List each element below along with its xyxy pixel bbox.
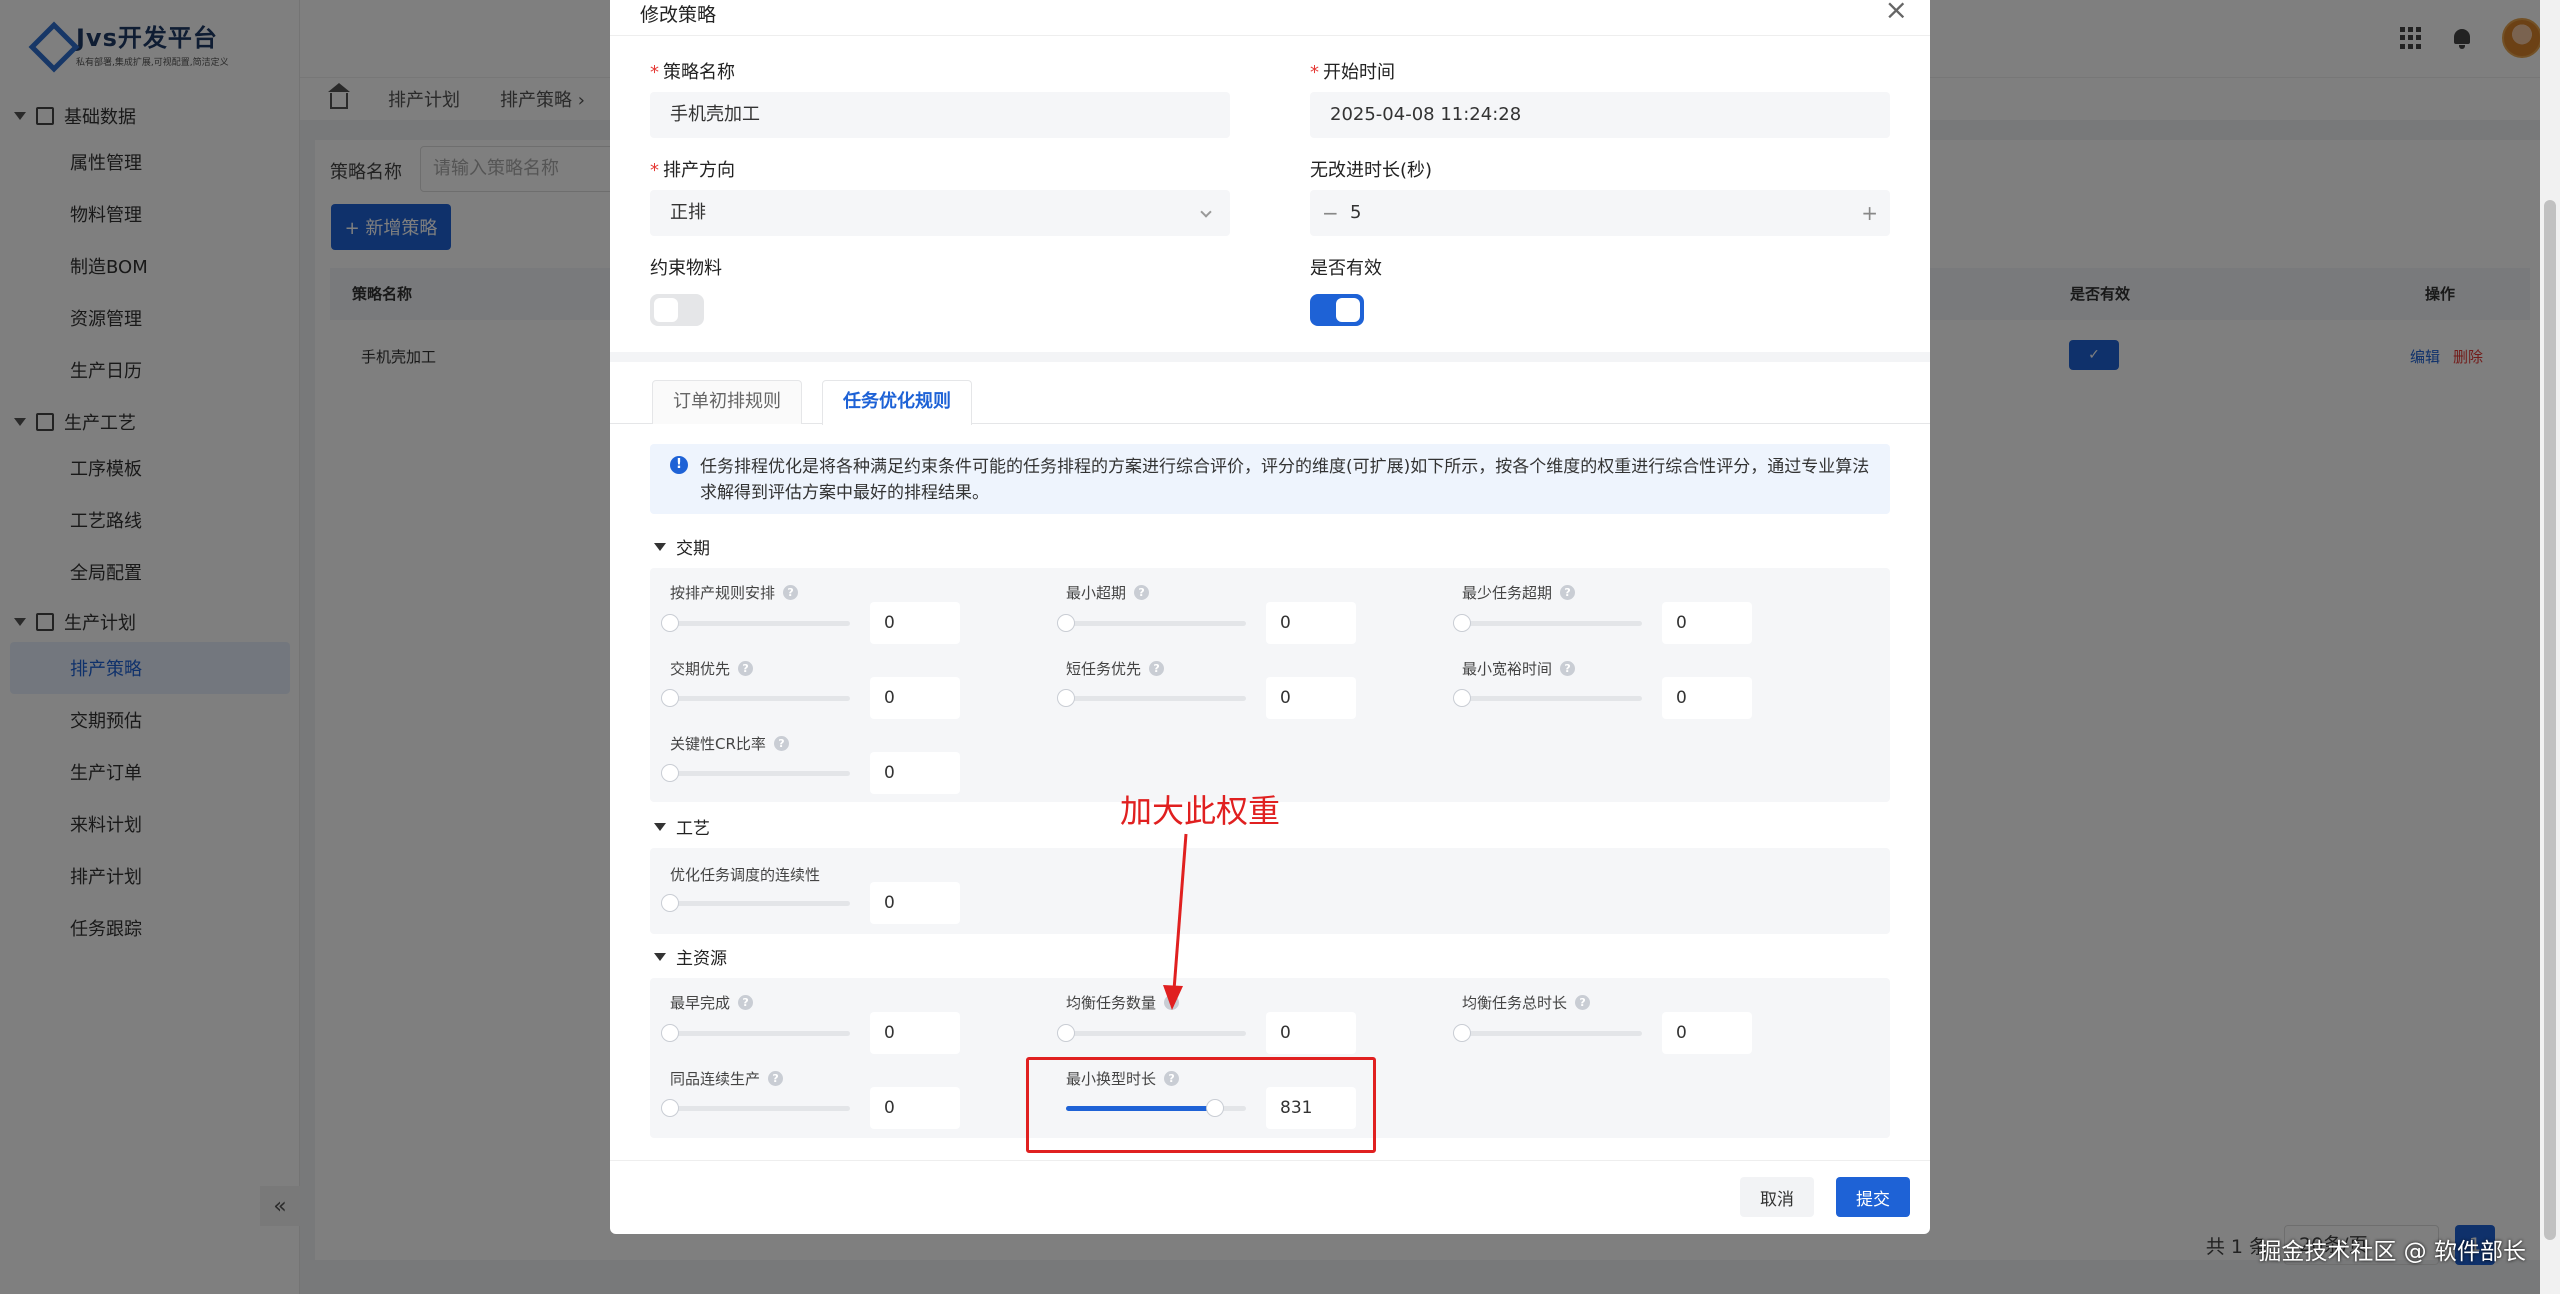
weight-input[interactable]: 0 (1662, 1012, 1752, 1054)
weight-slider[interactable] (661, 614, 850, 632)
weight-slider[interactable] (661, 1099, 850, 1117)
tab-order-rules[interactable]: 订单初排规则 (652, 380, 802, 424)
section-resource-title[interactable]: 主资源 (654, 944, 727, 969)
help-icon: ? (1575, 995, 1591, 1010)
strategy-name-label: * 策略名称 (650, 62, 735, 83)
help-icon: ? (783, 585, 799, 600)
weight-input[interactable]: 0 (1662, 677, 1752, 719)
dialog-title: 修改策略 (640, 4, 717, 26)
direction-select[interactable]: 正排 (650, 190, 1230, 236)
section-process: 优化任务调度的连续性 0 (650, 848, 1890, 934)
info-alert: ! 任务排程优化是将各种满足约束条件可能的任务排程的方案进行综合评价，评分的维度… (650, 444, 1890, 514)
weight-input[interactable]: 0 (870, 752, 960, 794)
weight-input[interactable]: 0 (870, 1087, 960, 1129)
submit-button[interactable]: 提交 (1836, 1177, 1910, 1217)
weight-slider[interactable] (1057, 1024, 1246, 1042)
weight-label: 均衡任务总时长? (1462, 992, 1591, 1013)
rule-tabs: 订单初排规则 任务优化规则 (610, 380, 1930, 425)
weight-label: 交期优先? (670, 658, 754, 679)
divider (610, 352, 1930, 362)
weight-input[interactable]: 0 (1266, 677, 1356, 719)
weight-input[interactable]: 0 (870, 1012, 960, 1054)
weight-label: 短任务优先? (1066, 658, 1165, 679)
edit-strategy-dialog: 修改策略 × * 策略名称 手机壳加工 * 开始时间 2025-04-08 11:2… (610, 0, 1930, 1234)
weight-input[interactable]: 0 (870, 882, 960, 924)
tab-task-optimization[interactable]: 任务优化规则 (822, 380, 972, 425)
help-icon: ? (1560, 661, 1576, 676)
caret-down-icon (654, 822, 666, 831)
chevron-down-icon (1200, 206, 1212, 218)
is-valid-label: 是否有效 (1310, 258, 1382, 279)
weight-label: 最少任务超期? (1462, 582, 1576, 603)
weight-slider[interactable] (1057, 689, 1246, 707)
minus-icon[interactable]: − (1322, 190, 1339, 236)
section-process-title[interactable]: 工艺 (654, 814, 710, 839)
close-icon[interactable]: × (1885, 0, 1908, 24)
weight-input[interactable]: 0 (1266, 602, 1356, 644)
cancel-button[interactable]: 取消 (1740, 1177, 1814, 1217)
caret-down-icon (654, 542, 666, 551)
help-icon: ? (738, 661, 754, 676)
help-icon: ? (1134, 585, 1150, 600)
weight-slider[interactable] (1453, 614, 1642, 632)
help-icon: ? (1560, 585, 1576, 600)
weight-slider[interactable] (1057, 614, 1246, 632)
plus-icon[interactable]: + (1861, 190, 1878, 236)
weight-slider[interactable] (661, 1024, 850, 1042)
is-valid-toggle[interactable] (1310, 294, 1364, 326)
weight-label: 同品连续生产? (670, 1068, 784, 1089)
weight-slider[interactable] (1453, 689, 1642, 707)
weight-label: 优化任务调度的连续性 (670, 866, 821, 884)
section-delivery: 按排产规则安排? 0 最小超期? 0 最少任务超期? 0 交期优先? 0 短任务… (650, 568, 1890, 802)
weight-slider[interactable] (1453, 1024, 1642, 1042)
strategy-name-input[interactable]: 手机壳加工 (650, 92, 1230, 138)
weight-input[interactable]: 0 (870, 677, 960, 719)
weight-label: 最小超期? (1066, 582, 1150, 603)
dialog-footer: 取消 提交 (610, 1160, 1930, 1234)
help-icon: ? (768, 1071, 784, 1086)
help-icon: ? (738, 995, 754, 1010)
constraint-material-toggle[interactable] (650, 294, 704, 326)
watermark: 掘金技术社区 @ 软件部长 (2258, 1239, 2526, 1265)
weight-label: 最早完成? (670, 992, 754, 1013)
weight-label: 按排产规则安排? (670, 582, 799, 603)
caret-down-icon (654, 952, 666, 961)
help-icon: ? (1149, 661, 1165, 676)
start-time-label: * 开始时间 (1310, 62, 1395, 83)
start-time-input[interactable]: 2025-04-08 11:24:28 (1310, 92, 1890, 138)
constraint-material-label: 约束物料 (650, 258, 722, 279)
help-icon: ? (1164, 995, 1180, 1010)
weight-input[interactable]: 0 (870, 602, 960, 644)
weight-slider[interactable] (661, 894, 850, 912)
weight-input[interactable]: 0 (1266, 1012, 1356, 1054)
weight-label: 关键性CR比率? (670, 733, 789, 754)
direction-label: * 排产方向 (650, 160, 735, 181)
weight-label: 均衡任务数量? (1066, 992, 1180, 1013)
weight-slider[interactable] (661, 689, 850, 707)
weight-slider[interactable] (661, 764, 850, 782)
idle-duration-label: 无改进时长(秒) (1310, 160, 1433, 181)
idle-duration-stepper[interactable]: − 5 + (1310, 190, 1890, 236)
scrollbar[interactable] (2540, 0, 2560, 1294)
annotation-highlight-box (1026, 1057, 1376, 1153)
section-delivery-title[interactable]: 交期 (654, 534, 710, 559)
weight-input[interactable]: 0 (1662, 602, 1752, 644)
info-icon: ! (670, 456, 688, 474)
annotation-text: 加大此权重 (1120, 792, 1281, 830)
dialog-header: 修改策略 × (610, 0, 1930, 36)
help-icon: ? (773, 736, 789, 751)
weight-label: 最小宽裕时间? (1462, 658, 1576, 679)
